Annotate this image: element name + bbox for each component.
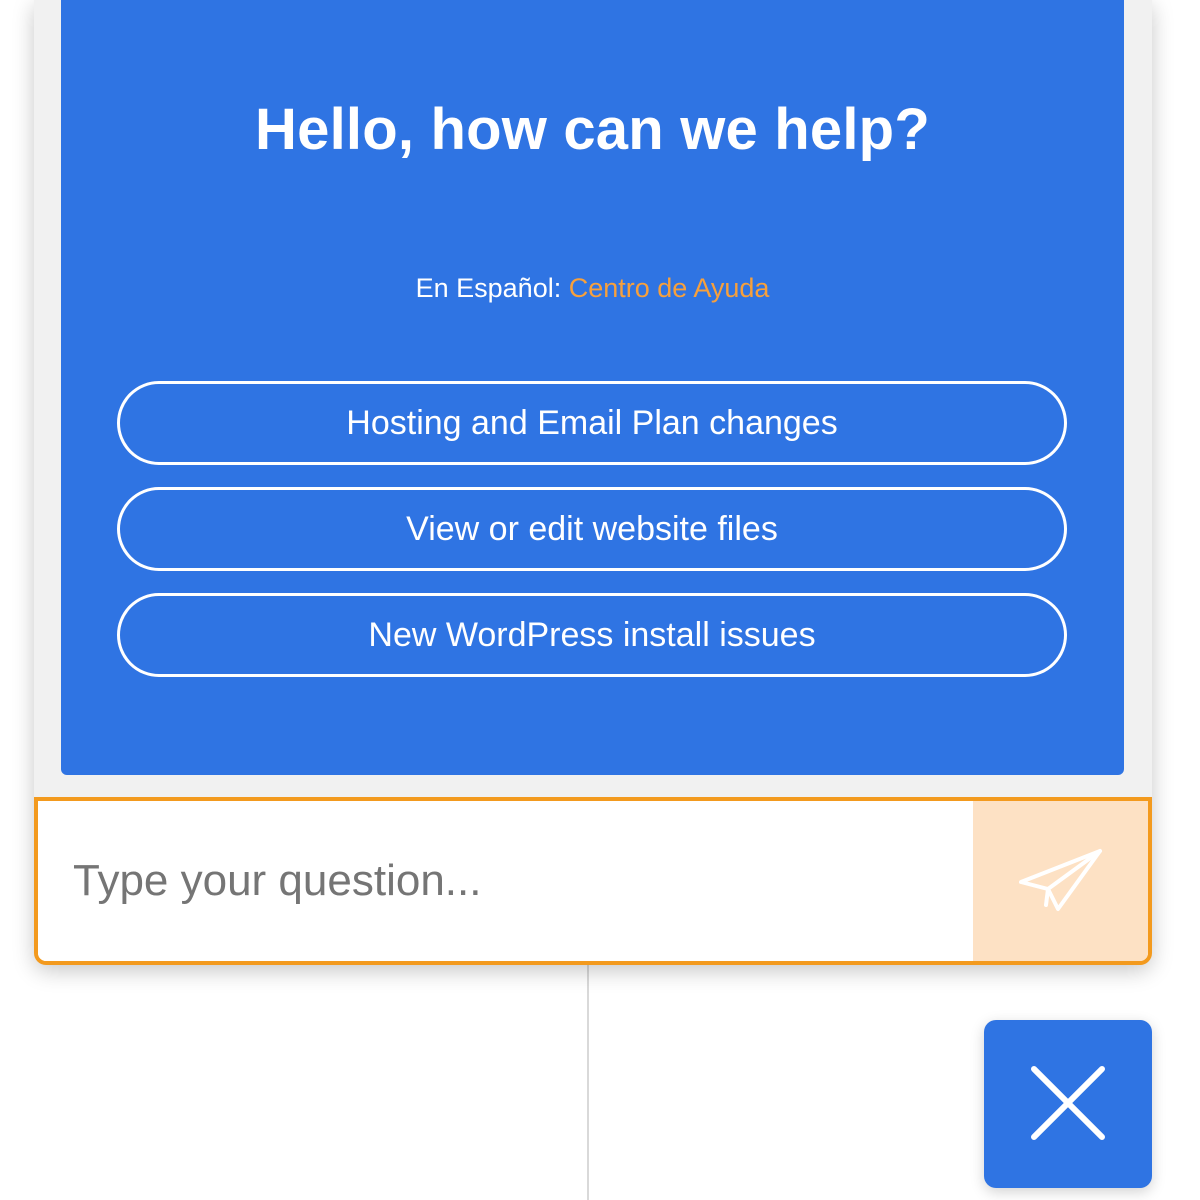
page: Hello, how can we help? En Español: Cent… [0,0,1200,1200]
chat-widget: Hello, how can we help? En Español: Cent… [34,0,1152,965]
paper-plane-icon [1018,847,1104,916]
page-divider [587,960,589,1200]
question-input[interactable] [38,801,973,961]
spanish-prefix: En Español: [415,273,562,303]
hero-title: Hello, how can we help? [255,97,930,162]
option-view-edit-website-files[interactable]: View or edit website files [117,487,1067,571]
close-chat-button[interactable] [984,1020,1152,1188]
send-button[interactable] [973,801,1148,961]
help-hero: Hello, how can we help? En Español: Cent… [61,0,1124,775]
spanish-help-line: En Español: Centro de Ayuda [61,273,1124,304]
option-new-wordpress-install-issues[interactable]: New WordPress install issues [117,593,1067,677]
close-icon [1030,1065,1106,1144]
question-input-bar [34,797,1152,965]
spanish-help-center-link[interactable]: Centro de Ayuda [569,273,770,303]
option-hosting-email-plan-changes[interactable]: Hosting and Email Plan changes [117,381,1067,465]
